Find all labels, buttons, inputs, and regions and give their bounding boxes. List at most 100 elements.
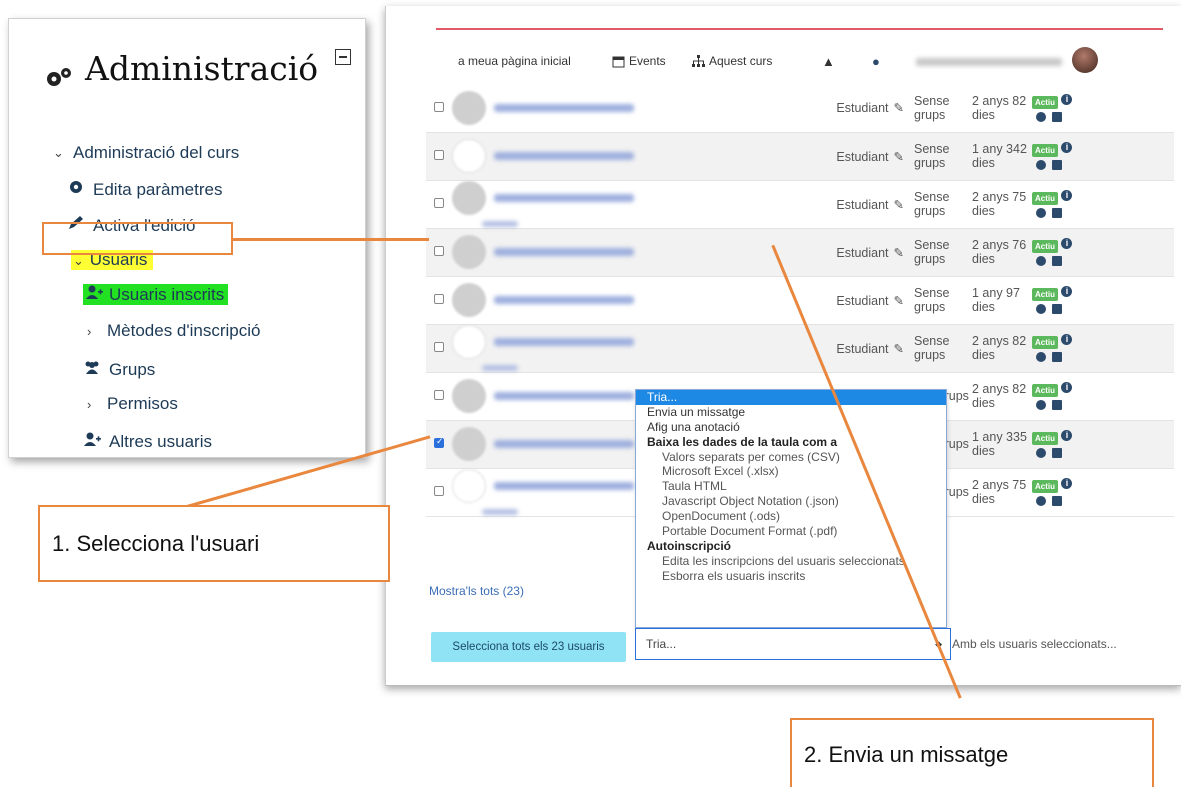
menu-groups[interactable]: Grups [83,359,155,380]
status-badge: Actiu [1032,240,1058,253]
menu-enrolment-methods[interactable]: › Mètodes d'inscripció [87,321,260,341]
user-name-blurred[interactable] [494,103,634,112]
gear-icon[interactable] [1036,496,1046,506]
user-name-blurred[interactable] [494,296,634,304]
info-icon[interactable]: i [1061,238,1073,249]
menu-enrolled-users[interactable]: Usuaris inscrits [83,284,229,305]
nav-course-link[interactable]: Aquest curs [692,54,772,68]
gear-icon[interactable] [1036,111,1046,122]
dropdown-option[interactable]: Javascript Object Notation (.json) [636,494,946,509]
user-avatar[interactable] [1072,47,1098,73]
user-name-blurred[interactable] [916,58,1062,66]
gear-icon[interactable] [1036,448,1046,458]
user-name-blurred[interactable] [494,194,634,202]
gear-icon[interactable] [1036,352,1046,362]
menu-edit-settings[interactable]: Edita paràmetres [67,179,222,200]
status-badge: Actiu [1032,192,1058,205]
callout-send-message: 2. Envia un missatge [790,718,1154,787]
trash-icon[interactable] [1052,448,1062,458]
pencil-icon[interactable]: ✎ [892,197,904,212]
table-row: Estudiant ✎ Sense grups 2 anys 75 dies Acti… [426,180,1174,228]
dropdown-option[interactable]: Afig una anotació [636,420,946,435]
message-icon[interactable]: ● [872,54,880,69]
info-icon[interactable]: i [1061,382,1073,393]
row-checkbox[interactable] [434,294,444,304]
menu-permissions[interactable]: › Permisos [87,394,178,414]
users-icon [83,359,101,380]
row-checkbox[interactable] [434,436,444,448]
user-name-blurred[interactable] [494,440,634,448]
info-icon[interactable]: i [1061,142,1073,153]
user-avatar [452,90,486,125]
info-icon[interactable]: i [1061,430,1073,441]
gear-icon[interactable] [1036,208,1046,218]
bulk-action-select[interactable]: Tria... ◆ [635,628,951,660]
info-icon[interactable]: i [1061,286,1073,297]
bulk-action-dropdown-list: Tria... Envia un missatge Afig una anotaci… [635,389,947,628]
row-checkbox[interactable] [434,486,444,496]
info-icon[interactable]: i [1061,93,1073,105]
user-name-blurred[interactable] [494,338,634,346]
show-all-link[interactable]: Mostra'ls tots (23) [429,584,524,598]
user-avatar [452,469,486,503]
user-name-blurred[interactable] [494,392,634,400]
row-checkbox[interactable] [434,342,444,352]
user-plus-icon [85,284,103,305]
dropdown-option[interactable]: OpenDocument (.ods) [636,509,946,524]
chevron-down-icon: ⌄ [73,253,84,268]
row-checkbox[interactable] [434,198,444,208]
user-name-blurred[interactable] [494,152,634,160]
trash-icon[interactable] [1052,400,1062,410]
trash-icon[interactable] [1052,256,1062,266]
bell-icon[interactable]: ▲ [822,54,835,69]
role-label: Estudiant [836,197,889,212]
role-label: Estudiant [836,149,889,164]
last-access-label: 1 any 335 dies [972,430,1027,458]
trash-icon[interactable] [1052,160,1062,170]
last-access-label: 2 anys 82 dies [972,334,1027,362]
gear-icon [67,179,85,200]
pencil-icon[interactable]: ✎ [892,245,904,260]
dropdown-option[interactable]: Tria... [636,390,946,405]
user-name-blurred[interactable] [494,482,634,490]
gear-icon[interactable] [1036,304,1046,314]
row-checkbox[interactable] [434,150,444,160]
dropdown-option[interactable]: Microsoft Excel (.xlsx) [636,464,946,479]
user-name-blurred-2 [482,509,518,515]
chevron-down-icon: ⌄ [53,145,64,160]
info-icon[interactable]: i [1061,334,1073,345]
user-name-blurred[interactable] [494,248,634,256]
row-checkbox[interactable] [434,390,444,400]
nav-home-link[interactable]: a meua pàgina inicial [458,54,571,68]
gear-icon[interactable] [1036,160,1046,170]
select-all-button[interactable]: Selecciona tots els 23 usuaris [431,632,626,662]
info-icon[interactable]: i [1061,478,1073,489]
trash-icon[interactable] [1052,496,1062,506]
pencil-icon[interactable]: ✎ [892,100,904,115]
sitemap-icon [692,54,705,68]
menu-course-admin[interactable]: ⌄ Administració del curs [53,143,239,163]
dropdown-option[interactable]: Esborra els usuaris inscrits [636,569,946,584]
groups-label: Sense grups [914,142,950,170]
gear-icon[interactable] [1036,400,1046,410]
row-checkbox[interactable] [434,101,444,112]
dropdown-group-label: Baixa les dades de la taula com a [647,434,838,449]
trash-icon[interactable] [1052,304,1062,314]
dropdown-option[interactable]: Valors separats per comes (CSV) [636,450,946,465]
dropdown-option[interactable]: Taula HTML [636,479,946,494]
trash-icon[interactable] [1052,111,1062,122]
trash-icon[interactable] [1052,352,1062,362]
info-icon[interactable]: i [1061,190,1073,201]
menu-label: Edita paràmetres [93,179,223,199]
user-avatar [452,181,486,215]
dropdown-option[interactable]: Envia un missatge [636,405,946,420]
menu-other-users[interactable]: Altres usuaris [83,431,212,452]
pencil-icon[interactable]: ✎ [892,341,904,356]
pencil-icon[interactable]: ✎ [892,149,904,164]
dropdown-option[interactable]: Portable Document Format (.pdf) [636,524,946,539]
pencil-icon[interactable]: ✎ [892,293,904,308]
row-checkbox[interactable] [434,246,444,256]
trash-icon[interactable] [1052,208,1062,218]
nav-events-link[interactable]: Events [612,54,666,68]
gear-icon[interactable] [1036,256,1046,266]
